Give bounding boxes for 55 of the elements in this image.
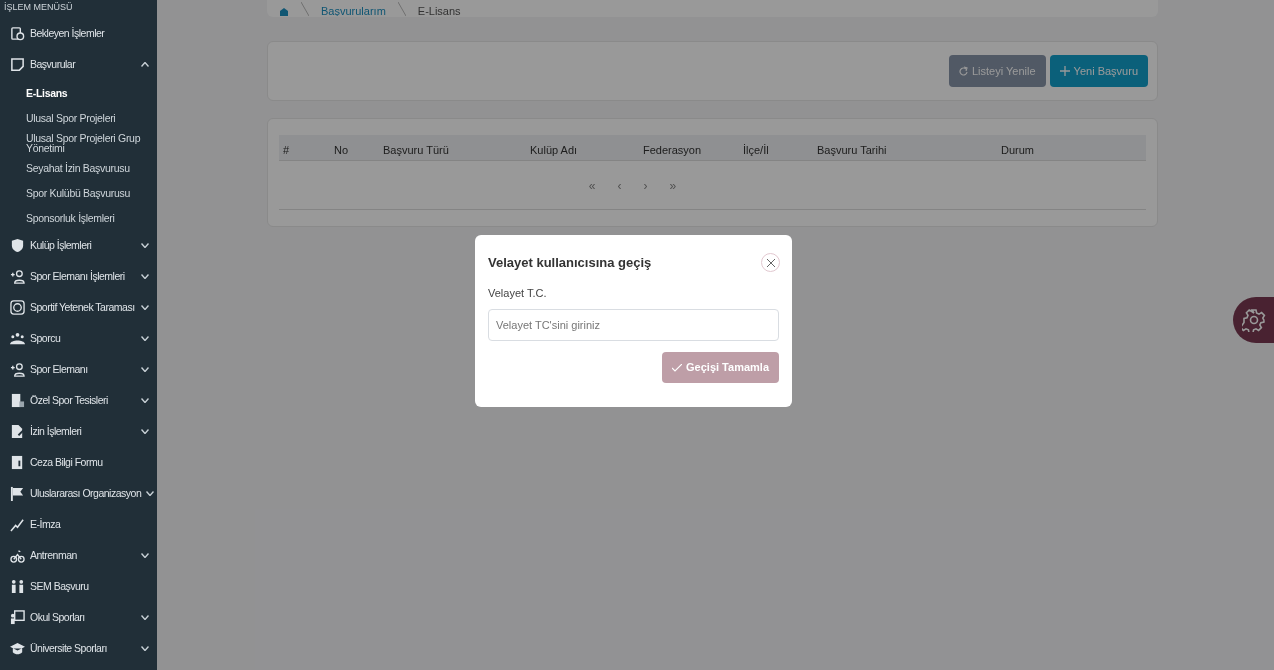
column-header: İlçe/İl [743,143,769,158]
group-icon [10,331,25,346]
menu-item[interactable]: Özel Spor Tesisleri [0,385,157,416]
menu-item[interactable]: Sporcu [0,323,157,354]
plus-icon [1059,66,1070,76]
shield-icon [10,238,25,253]
document-icon [10,455,25,470]
close-icon[interactable] [766,258,775,267]
menu-heading: İŞLEM MENÜSÜ [3,1,74,14]
submenu-item[interactable]: Ulusal Spor Projeleri [0,105,157,130]
modal-title: Velayet kullanıcısına geçiş [488,254,652,272]
submenu-item[interactable]: Sponsorluk İşlemleri [0,205,157,230]
menu-item[interactable]: E-İmza [0,509,157,540]
menu-item[interactable]: Sportif Yetenek Taraması [0,292,157,323]
submenu-item[interactable]: E-Lisans [0,80,157,105]
column-header: Federasyon [643,143,702,158]
flag-icon [10,486,25,501]
submenu-item[interactable]: Ulusal Spor Projeleri Grup Yönetimi [0,130,157,155]
menu-item[interactable]: SEM Başvuru [0,571,157,602]
menu-item[interactable]: Bekleyen İşlemler [0,18,157,49]
refresh-icon [958,66,968,76]
submenu-item[interactable]: Seyahat İzin Başvurusu [0,155,157,180]
menu-item[interactable]: Kulüp İşlemleri [0,230,157,261]
column-header: Kulüp Adı [530,143,578,158]
settings-icon[interactable] [1241,308,1266,332]
graduation-cap-icon [10,641,25,656]
column-header: Başvuru Türü [383,143,449,158]
menu-item[interactable]: Üniversite Sporları [0,633,157,664]
building-icon [10,393,25,408]
person-plus-icon [10,362,25,377]
check-icon [672,363,683,372]
menu-item[interactable]: Okul Sporları [0,602,157,633]
person-plus-icon [10,269,25,284]
column-header: No [334,143,349,158]
menu-item[interactable]: Spor Elemanı İşlemleri [0,261,157,292]
menu-item[interactable]: İzin İşlemleri [0,416,157,447]
column-header: Başvuru Tarihi [817,143,887,158]
field-label: Velayet T.C. [488,285,548,301]
home-icon[interactable] [279,8,289,16]
breadcrumb-separator-icon [397,2,406,16]
menu-item[interactable]: Ceza Bilgi Formu [0,447,157,478]
menu-item[interactable]: Antrenman [0,540,157,571]
column-header: Durum [1001,143,1034,158]
bicycle-icon [10,548,25,563]
menu-item[interactable]: Spor Elemanı [0,354,157,385]
column-header: # [283,143,290,158]
submenu-item[interactable]: Spor Kulübü Başvurusu [0,180,157,205]
breadcrumb-current: E-Lisans [417,6,461,16]
menu-item[interactable]: Başvurular [0,49,157,80]
document-pen-icon [10,424,25,439]
tc-input-field[interactable]: Velayet TC'sini giriniz [488,309,779,341]
settings-tab[interactable] [1233,297,1274,343]
menu-item[interactable]: Uluslararası Organizasyon [0,478,157,509]
breadcrumb-separator-icon [301,2,309,16]
note-icon [10,57,25,72]
